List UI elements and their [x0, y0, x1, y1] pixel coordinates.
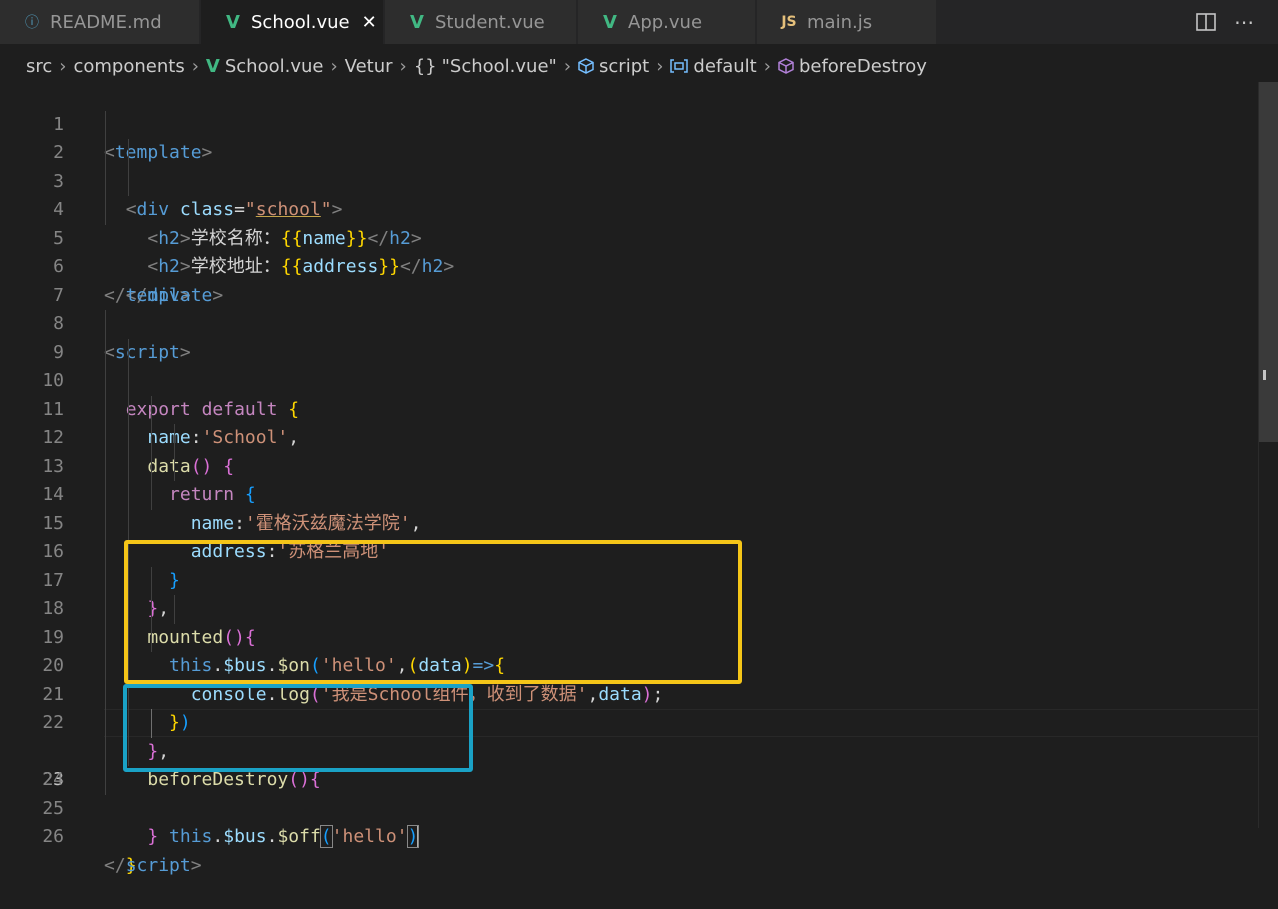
code-line: 9 export default { [0, 310, 1258, 420]
object-icon: {} [413, 55, 437, 77]
vue-icon: V [205, 55, 220, 77]
editor-tab-bar: ⓘ README.md V School.vue ✕ V Student.vue… [0, 0, 1278, 44]
chevron-right-icon: › [656, 55, 664, 77]
breadcrumb-before-destroy[interactable]: beforeDestroy [799, 56, 927, 77]
breadcrumb-module[interactable]: "School.vue" [442, 56, 557, 77]
method-icon [778, 56, 794, 77]
breadcrumb-default[interactable]: default [693, 56, 756, 77]
more-actions-button[interactable]: ⋯ [1228, 0, 1260, 44]
breadcrumb-vetur[interactable]: Vetur [345, 56, 393, 77]
tab-main-js[interactable]: JS main.js [757, 0, 937, 44]
breadcrumb-script[interactable]: script [599, 56, 649, 77]
code-line: 26 </script> [0, 795, 1258, 876]
tab-label: Student.vue [435, 11, 545, 33]
tab-readme[interactable]: ⓘ README.md [0, 0, 200, 44]
ellipsis-icon: ⋯ [1234, 10, 1254, 34]
vertical-scrollbar[interactable] [1258, 82, 1278, 828]
vue-icon: V [603, 11, 617, 33]
line-number: 26 [42, 826, 64, 847]
highlight-box-mounted [124, 540, 742, 684]
chevron-right-icon: › [59, 55, 67, 77]
scrollbar-thumb[interactable] [1259, 82, 1278, 442]
chevron-right-icon: › [191, 55, 199, 77]
tab-app-vue[interactable]: V App.vue [578, 0, 756, 44]
breadcrumb-src[interactable]: src [26, 56, 52, 77]
code-line: 11 data() { [0, 367, 1258, 477]
code-line: 12 return { [0, 395, 1258, 505]
vue-icon: V [410, 11, 424, 33]
code-line: 4 <h2>学校地址：{{address}}</h2> [0, 167, 1258, 277]
chevron-right-icon: › [399, 55, 407, 77]
code-line: 15 } [0, 481, 1258, 591]
highlight-box-before-destroy [123, 684, 473, 772]
code-line: 13 name:'霍格沃兹魔法学院', [0, 424, 1258, 534]
tab-label: App.vue [628, 11, 703, 33]
chevron-right-icon: › [763, 55, 771, 77]
variable-icon [670, 56, 689, 77]
code-line: 10 name:'School', [0, 338, 1258, 448]
tab-label: main.js [807, 11, 873, 33]
code-line: 1 <template> [0, 82, 1258, 164]
tab-school-vue[interactable]: V School.vue ✕ [201, 0, 384, 44]
split-editor-icon [1196, 13, 1216, 31]
breadcrumb-file[interactable]: School.vue [225, 56, 324, 77]
tab-label: School.vue [251, 11, 350, 33]
tab-student-vue[interactable]: V Student.vue [385, 0, 577, 44]
breadcrumb-components[interactable]: components [73, 56, 184, 77]
tab-label: README.md [50, 11, 162, 33]
code-line: 14 address:'苏格兰高地' [0, 452, 1258, 562]
cube-icon [578, 56, 594, 77]
code-line: 3 <h2>学校名称：{{name}}</h2> [0, 139, 1258, 249]
info-icon: ⓘ [25, 15, 39, 31]
code-line: 7 [0, 253, 1258, 306]
js-icon: JS [781, 14, 797, 30]
vue-icon: V [226, 11, 240, 33]
code-line: 8 <script> [0, 282, 1258, 363]
chevron-right-icon: › [330, 55, 338, 77]
text-cursor [417, 826, 420, 848]
split-editor-button[interactable] [1190, 0, 1222, 44]
code-line: 2 <div class="school"> [0, 110, 1258, 220]
code-line: 5 </div> [0, 196, 1258, 306]
chevron-right-icon: › [563, 55, 572, 77]
scrollbar-cursor-marker [1263, 370, 1277, 380]
code-line: 16 }, [0, 509, 1258, 619]
close-icon[interactable]: ✕ [362, 12, 377, 33]
code-line: 6 </template> [0, 225, 1258, 306]
